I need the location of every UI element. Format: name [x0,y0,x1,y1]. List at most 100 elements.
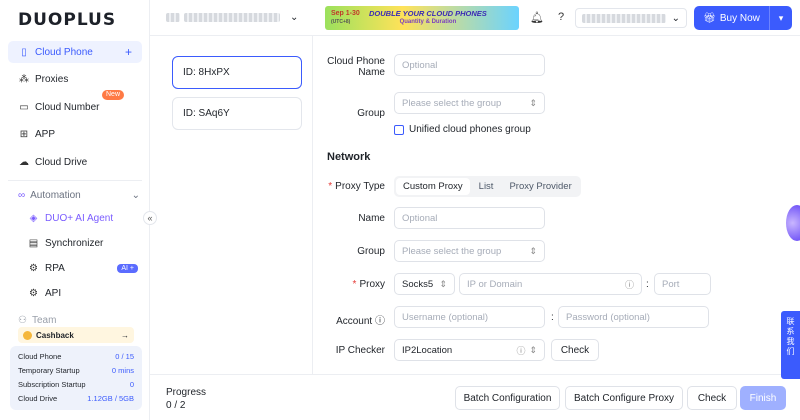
updown-icon: ⇕ [529,344,537,355]
usage-value: 0 mins [111,366,134,375]
batch-configuration-button[interactable]: Batch Configuration [455,386,560,410]
progress-label: Progress [166,387,207,398]
usage-value: 0 [129,380,134,389]
required-mark: * [328,181,333,192]
buy-now-main[interactable]: 🎁︎ Buy Now [694,6,770,30]
config-form: Cloud Phone Name Optional Group Please s… [313,36,800,374]
workspace-avatar [166,13,180,22]
unified-group-checkbox[interactable]: Unified cloud phones group [394,124,531,135]
phone-card[interactable]: ID: 8HxPX [172,56,302,89]
progress-value: 0 / 2 [166,400,186,411]
placeholder: Optional [402,59,438,71]
sidebar-item-app[interactable]: ⊞ APP [8,123,142,145]
promo-date-text: Sep 1-30 [331,10,360,17]
sidebar: DUOPLUS ▯ Cloud Phone + ⁂ Proxies ▭ Clou… [0,0,150,420]
cloud-phone-name-input[interactable]: Optional [394,54,545,76]
sidebar-item-cloud-phone[interactable]: ▯ Cloud Phone + [8,41,142,63]
phone-id: ID: SAq6Y [183,108,230,119]
team-section[interactable]: ⚇ Team [18,315,56,326]
usage-label: Cloud Drive [18,394,58,403]
finish-button[interactable]: Finish [740,386,786,410]
chevron-down-icon[interactable]: ▾ [770,13,792,24]
coin-icon [23,330,32,340]
check-ip-button[interactable]: Check [551,339,599,361]
sidebar-item-synchronizer[interactable]: ▤ Synchronizer [28,233,142,253]
proxy-group-label: Group [357,246,385,257]
tab-list[interactable]: List [472,178,501,195]
contact-us-tab[interactable]: 联系我们 [781,311,800,379]
chevron-down-icon: ⌄ [671,12,680,24]
sidebar-item-label: Cloud Number [35,101,100,113]
usage-row: Cloud Phone 0 / 15 [18,350,134,364]
sidebar-item-label: RPA [45,262,65,274]
colon-separator: : [551,312,554,323]
team-label: Team [31,315,57,326]
usage-label: Subscription Startup [18,380,86,389]
proxy-name-input[interactable]: Optional [394,207,545,229]
username-input[interactable]: Username (optional) [394,306,545,328]
sidebar-item-api[interactable]: ⚙ API [28,283,142,303]
usage-value: 1.12GB / 5GB [87,394,134,403]
collapse-sidebar-icon[interactable]: « [143,211,157,225]
buy-now-label: Buy Now [719,12,760,24]
help-icon[interactable]: ? [554,10,568,24]
group-select[interactable]: Please select the group ⇕ [394,92,545,114]
info-icon[interactable]: ⓘ [625,278,634,291]
proxy-protocol-select[interactable]: Socks5 ⇕ [394,273,455,295]
rpa-icon: ⚙ [29,262,38,274]
cashback-label: Cashback [36,330,74,340]
sidebar-item-proxies[interactable]: ⁂ Proxies [8,68,142,90]
updown-icon: ⇕ [529,245,537,256]
chevron-down-icon: ⌄ [131,190,140,201]
proxy-port-input[interactable]: Port [654,273,711,295]
usage-row: Temporary Startup 0 mins [18,364,134,378]
bell-icon[interactable]: 🔔︎ [530,10,544,24]
proxy-host-input[interactable]: IP or Domain ⓘ [459,273,642,295]
tab-proxy-provider[interactable]: Proxy Provider [502,178,578,195]
automation-icon: ∞ [18,190,26,201]
check-button[interactable]: Check [687,386,737,410]
number-icon: ▭ [19,101,29,113]
usage-value: 0 / 15 [115,352,134,361]
user-email-redacted [582,13,666,23]
sidebar-item-cloud-number[interactable]: ▭ Cloud Number New [8,90,142,118]
password-input[interactable]: Password (optional) [558,306,709,328]
app-logo[interactable]: DUOPLUS [18,10,116,30]
buy-now-button[interactable]: 🎁︎ Buy Now ▾ [694,6,792,30]
sidebar-item-label: Cloud Phone [35,46,93,58]
usage-label: Temporary Startup [18,366,80,375]
footer-bar: Progress 0 / 2 Batch Configuration Batch… [150,374,800,420]
workspace-selector[interactable]: ⌄ [166,12,298,23]
usage-row: Cloud Drive 1.12GB / 5GB [18,392,134,406]
batch-configure-proxy-button[interactable]: Batch Configure Proxy [565,386,683,410]
checkbox[interactable] [394,124,404,135]
phone-icon: ▯ [21,46,27,58]
ip-checker-select[interactable]: IP2Location ⓘ ⇕ [394,339,545,361]
user-dropdown[interactable]: ⌄ [575,8,687,28]
proxy-group-select[interactable]: Please select the group ⇕ [394,240,545,262]
phone-card[interactable]: ID: SAq6Y [172,97,302,130]
info-icon[interactable]: ⓘ [375,316,385,327]
info-icon[interactable]: ⓘ [516,344,525,357]
placeholder: IP or Domain [467,278,523,290]
network-icon: ⁂ [19,73,29,85]
label-text: Account [336,316,373,327]
tab-custom-proxy[interactable]: Custom Proxy [396,178,470,195]
cashback-banner[interactable]: Cashback → [18,327,134,343]
add-icon[interactable]: + [125,45,132,59]
updown-icon: ⇕ [439,278,447,289]
ip-checker-label: IP Checker [335,345,385,356]
sidebar-item-label: Cloud Drive [35,156,88,168]
promo-banner[interactable]: Sep 1-30 (UTC+8) DOUBLE YOUR CLOUD PHONE… [325,6,519,30]
updown-icon: ⇕ [529,97,537,108]
promo-title: DOUBLE YOUR CLOUD PHONES Quantity & Dura… [369,9,487,27]
sidebar-item-cloud-drive[interactable]: ☁ Cloud Drive [8,151,142,173]
sidebar-item-label: Proxies [35,73,69,85]
placeholder: Optional [402,212,438,224]
automation-section[interactable]: ∞ Automation ⌄ [18,190,140,201]
gift-icon: 🎁︎ [703,12,716,24]
sidebar-item-rpa[interactable]: ⚙ RPA AI + [28,258,142,278]
cloud-phone-name-label: Cloud Phone Name [327,56,385,78]
divider [8,180,142,181]
sidebar-item-ai-agent[interactable]: ◈ DUO+ AI Agent [28,208,142,228]
